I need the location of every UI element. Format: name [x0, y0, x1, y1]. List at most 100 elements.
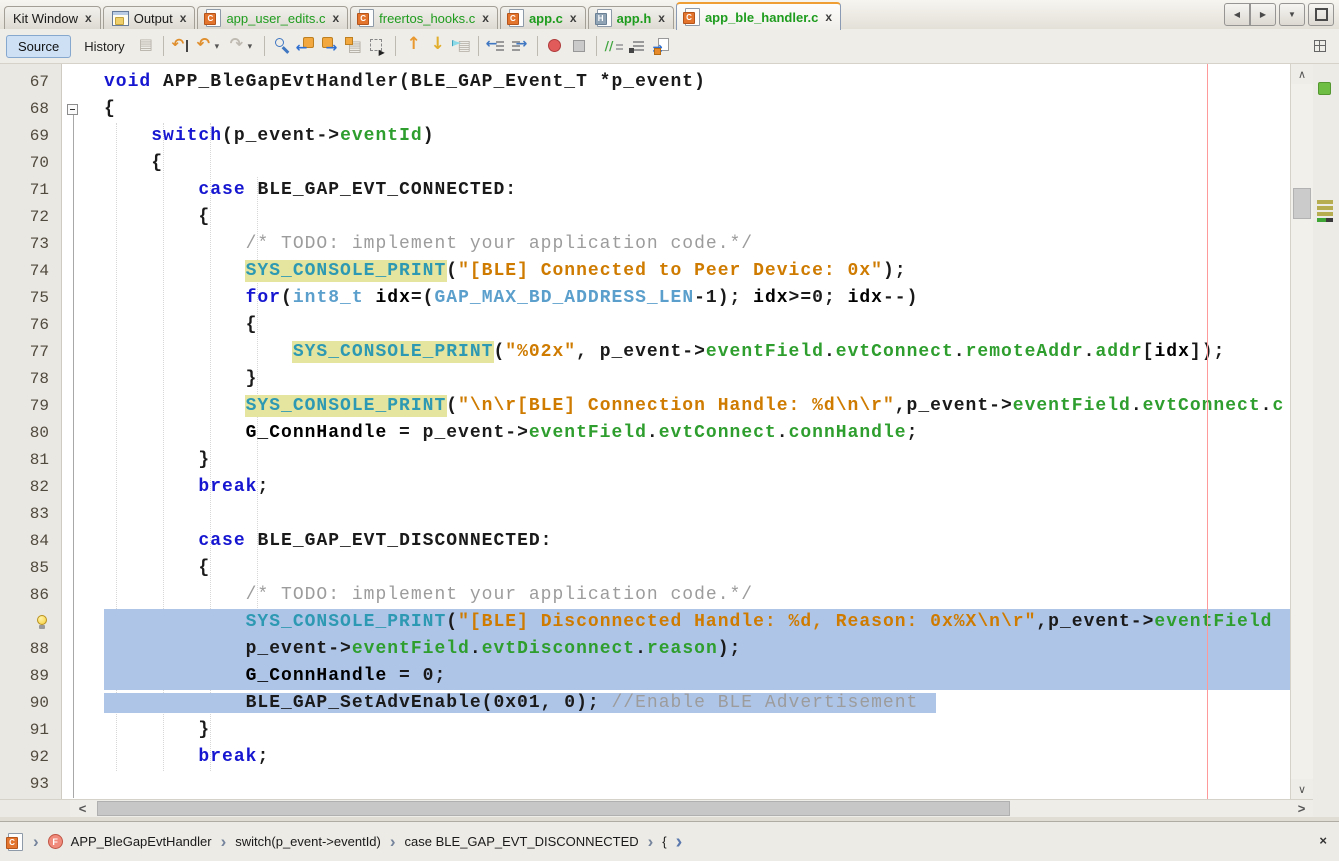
line-number[interactable]: 81	[0, 447, 61, 474]
scroll-tabs-right-button[interactable]: ▶	[1250, 3, 1276, 26]
tab-app-h[interactable]: Happ.hx	[588, 6, 674, 29]
code-line-78[interactable]: }	[104, 366, 1290, 393]
code-line-85[interactable]: {	[104, 555, 1290, 582]
tab-close-icon[interactable]: x	[658, 12, 665, 24]
line-number[interactable]: 89	[0, 663, 61, 690]
uncomment-icon[interactable]	[628, 36, 648, 56]
code-line-70[interactable]: {	[104, 150, 1290, 177]
source-view-button[interactable]: Source	[6, 35, 71, 58]
line-number[interactable]: 72	[0, 204, 61, 231]
tab-output[interactable]: Outputx	[103, 6, 196, 29]
code-line-79[interactable]: SYS_CONSOLE_PRINT("\n\r[BLE] Connection …	[104, 393, 1290, 420]
code-line-82[interactable]: break;	[104, 474, 1290, 501]
code-line-77[interactable]: SYS_CONSOLE_PRINT("%02x", p_event->event…	[104, 339, 1290, 366]
tab-close-icon[interactable]: x	[482, 12, 489, 24]
tab-freertos-hooks-c[interactable]: Cfreertos_hooks.cx	[350, 6, 498, 29]
tab-close-icon[interactable]: x	[180, 12, 187, 24]
shift-left-icon[interactable]: ←	[486, 36, 506, 56]
line-number[interactable]: 90	[0, 690, 61, 717]
split-window-icon[interactable]	[1311, 37, 1331, 57]
code-line-72[interactable]: {	[104, 204, 1290, 231]
line-number[interactable]: 88	[0, 636, 61, 663]
c-source-file-icon[interactable]: C	[8, 833, 23, 851]
line-number[interactable]: 70	[0, 150, 61, 177]
breadcrumb-item[interactable]: switch(p_event->eventId)	[235, 834, 381, 849]
code-line-81[interactable]: }	[104, 447, 1290, 474]
forward-icon[interactable]: ↷	[228, 36, 248, 56]
forward-caret-icon[interactable]: ▾	[248, 36, 257, 56]
code-line-73[interactable]: /* TODO: implement your application code…	[104, 231, 1290, 258]
error-stripe[interactable]	[1313, 64, 1339, 817]
code-line-92[interactable]: break;	[104, 744, 1290, 771]
back-caret-icon[interactable]: ▾	[215, 36, 224, 56]
highlight-search-icon[interactable]: ▤	[344, 36, 364, 56]
scroll-down-icon[interactable]: ∨	[1291, 779, 1313, 799]
line-number[interactable]: 71	[0, 177, 61, 204]
start-macro-recording-icon[interactable]	[545, 36, 565, 56]
line-number[interactable]: 73	[0, 231, 61, 258]
code-line-86[interactable]: /* TODO: implement your application code…	[104, 582, 1290, 609]
line-number[interactable]: 85	[0, 555, 61, 582]
line-number[interactable]: 84	[0, 528, 61, 555]
code-line-76[interactable]: {	[104, 312, 1290, 339]
line-number[interactable]: 86	[0, 582, 61, 609]
line-number[interactable]	[0, 609, 61, 636]
scroll-up-icon[interactable]: ∧	[1291, 64, 1313, 84]
shift-right-icon[interactable]: →	[510, 36, 530, 56]
rectangular-selection-icon[interactable]: ▶	[368, 36, 388, 56]
back-icon[interactable]: ↶	[195, 36, 215, 56]
code-line-71[interactable]: case BLE_GAP_EVT_CONNECTED:	[104, 177, 1290, 204]
history-view-button[interactable]: History	[75, 36, 133, 57]
breadcrumb-item[interactable]: APP_BleGapEvtHandler	[71, 834, 212, 849]
tab-close-icon[interactable]: x	[85, 12, 92, 24]
breadcrumb-item[interactable]: case BLE_GAP_EVT_DISCONNECTED	[405, 834, 639, 849]
line-number[interactable]: 69	[0, 123, 61, 150]
vertical-scrollbar[interactable]: ∧ ∨	[1290, 64, 1313, 799]
code-line-75[interactable]: for(int8_t idx=(GAP_MAX_BD_ADDRESS_LEN-1…	[104, 285, 1290, 312]
code-editor[interactable]: 6768697071727374757677787980818283848586…	[0, 64, 1339, 817]
line-number[interactable]: 79	[0, 393, 61, 420]
comment-icon[interactable]: //	[604, 36, 624, 56]
tab-close-icon[interactable]: x	[332, 12, 339, 24]
vertical-scrollbar-thumb[interactable]	[1293, 188, 1311, 219]
last-edit-icon[interactable]: ▤	[136, 36, 156, 56]
horizontal-scrollbar-thumb[interactable]	[97, 801, 1010, 816]
line-number[interactable]: 93	[0, 771, 61, 798]
occurrence-mark[interactable]	[1317, 200, 1333, 204]
occurrence-mark[interactable]	[1317, 212, 1333, 216]
code-line-89[interactable]: G_ConnHandle = 0;	[104, 663, 1290, 690]
tab-app-ble-handler-c[interactable]: Capp_ble_handler.cx	[676, 2, 841, 30]
tab-app-c[interactable]: Capp.cx	[500, 6, 586, 29]
code-line-80[interactable]: G_ConnHandle = p_event->eventField.evtCo…	[104, 420, 1290, 447]
code-line-68[interactable]: {	[104, 96, 1290, 123]
code-fold-column[interactable]	[63, 64, 104, 799]
maximize-window-button[interactable]	[1308, 3, 1334, 26]
tab-kit-window[interactable]: Kit Windowx	[4, 6, 101, 29]
code-line-84[interactable]: case BLE_GAP_EVT_DISCONNECTED:	[104, 528, 1290, 555]
code-line-93[interactable]	[104, 771, 1290, 798]
toggle-bookmark-icon[interactable]: ▤	[451, 36, 471, 56]
line-number-gutter[interactable]: 6768697071727374757677787980818283848586…	[0, 64, 62, 799]
line-number[interactable]: 67	[0, 69, 61, 96]
line-number[interactable]: 92	[0, 744, 61, 771]
code-text-area[interactable]: void APP_BleGapEvtHandler(BLE_GAP_Event_…	[104, 69, 1290, 798]
line-number[interactable]: 74	[0, 258, 61, 285]
breadcrumb-item[interactable]: {	[662, 834, 666, 849]
line-number[interactable]: 77	[0, 339, 61, 366]
line-number[interactable]: 80	[0, 420, 61, 447]
code-line-91[interactable]: }	[104, 717, 1290, 744]
line-number[interactable]: 82	[0, 474, 61, 501]
tab-close-icon[interactable]: x	[825, 11, 832, 23]
tab-list-button[interactable]: ▼	[1279, 3, 1305, 26]
line-number[interactable]: 78	[0, 366, 61, 393]
code-line-83[interactable]	[104, 501, 1290, 528]
collapse-fold-icon[interactable]	[67, 104, 78, 115]
line-number[interactable]: 76	[0, 312, 61, 339]
code-line-67[interactable]: void APP_BleGapEvtHandler(BLE_GAP_Event_…	[104, 69, 1290, 96]
find-next-icon[interactable]: →	[320, 36, 340, 56]
hint-lightbulb-icon[interactable]	[36, 615, 48, 630]
line-number[interactable]: 75	[0, 285, 61, 312]
line-number[interactable]: 68	[0, 96, 61, 123]
stop-macro-recording-icon[interactable]	[569, 36, 589, 56]
code-line-90[interactable]: BLE_GAP_SetAdvEnable(0x01, 0); //Enable …	[104, 690, 1290, 717]
